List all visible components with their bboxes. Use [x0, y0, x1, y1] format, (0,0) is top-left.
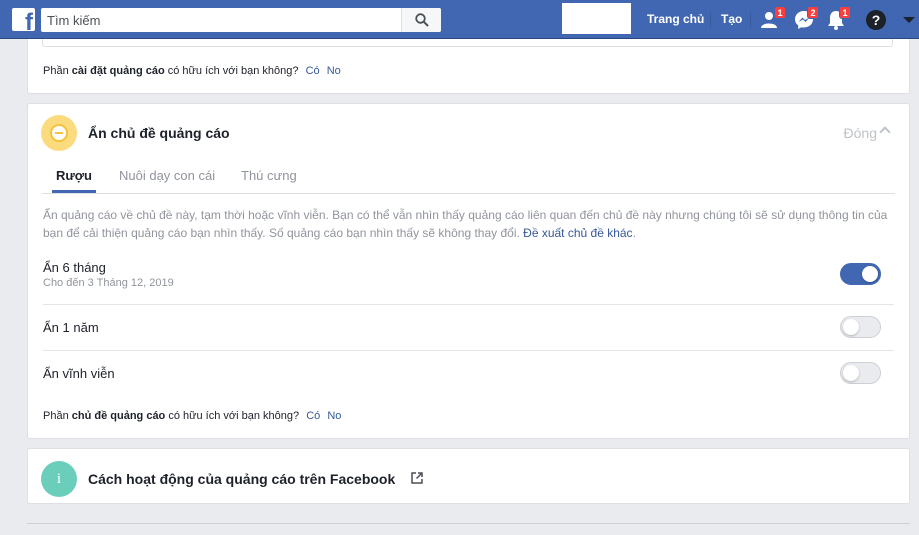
toggle-switch[interactable] [840, 362, 881, 384]
friend-requests-button[interactable]: 1 [760, 6, 786, 31]
option-sublabel: Cho đến 3 Tháng 12, 2019 [43, 277, 174, 289]
help-icon[interactable]: ? [866, 10, 886, 30]
close-link[interactable]: Đóng [844, 125, 877, 141]
option-hide-1-year[interactable]: Ẩn 1 năm [43, 305, 894, 351]
how-ads-work-card[interactable]: i Cách hoạt động của quảng cáo trên Face… [27, 448, 910, 504]
account-menu-caret-icon[interactable] [903, 17, 915, 23]
friend-requests-badge: 1 [774, 6, 786, 19]
feedback-bold: chủ đề quảng cáo [71, 410, 166, 422]
hide-topic-icon [41, 115, 77, 151]
tab-parenting[interactable]: Nuôi dạy con cái [119, 168, 215, 183]
facebook-logo-icon[interactable]: f [12, 8, 35, 31]
topic-tabs: Rượu Nuôi dạy con cái Thú cưng [42, 159, 895, 194]
feedback-no-link[interactable]: No [327, 410, 341, 422]
messages-badge: 2 [807, 6, 819, 19]
feedback-prefix: Phần [43, 410, 69, 422]
option-hide-6-months[interactable]: Ẩn 6 tháng Cho đến 3 Tháng 12, 2019 [43, 252, 894, 305]
chevron-up-icon[interactable] [879, 126, 891, 138]
option-label: Ẩn 1 năm [43, 320, 99, 335]
search-input[interactable] [41, 8, 401, 32]
hide-ad-topics-card: Ẩn chủ đề quảng cáo Đóng Rượu Nuôi dạy c… [27, 103, 910, 439]
notifications-button[interactable]: 1 [825, 6, 851, 31]
feedback-yes-link[interactable]: Có [306, 65, 320, 77]
feedback-prefix: Phần [43, 65, 69, 77]
top-navigation-bar: f Trang chủ Tạo 1 2 1 ? [0, 0, 919, 39]
profile-link[interactable] [562, 3, 631, 34]
feedback-yes-link[interactable]: Có [306, 410, 320, 422]
section-title: Ẩn chủ đề quảng cáo [88, 125, 230, 141]
feedback-bold: cài đặt quảng cáo [71, 65, 165, 77]
description-text: Ẩn quảng cáo về chủ đề này, tạm thời hoặ… [43, 208, 888, 240]
create-link[interactable]: Tạo [721, 12, 742, 26]
how-ads-work-link[interactable]: Cách hoạt động của quảng cáo trên Facebo… [88, 471, 395, 487]
nav-divider [710, 12, 711, 28]
nav-divider [750, 12, 751, 28]
ad-settings-card: Phần cài đặt quảng cáo có hữu ích với bạ… [27, 39, 910, 94]
tab-pets[interactable]: Thú cưng [241, 168, 297, 183]
option-hide-permanently[interactable]: Ẩn vĩnh viễn [43, 351, 894, 397]
suggest-topic-link[interactable]: Đề xuất chủ đề khác [523, 226, 632, 240]
notifications-badge: 1 [839, 6, 851, 19]
tab-alcohol[interactable]: Rượu [52, 168, 96, 193]
search-icon [415, 13, 429, 27]
info-icon: i [41, 461, 77, 497]
topic-description: Ẩn quảng cáo về chủ đề này, tạm thời hoặ… [43, 208, 888, 240]
messages-button[interactable]: 2 [793, 6, 819, 31]
feedback-prompt: Phần chủ đề quảng cáo có hữu ích với bạn… [43, 410, 341, 422]
external-link-icon [411, 472, 423, 484]
feedback-no-link[interactable]: No [327, 65, 341, 77]
toggle-switch[interactable] [840, 263, 881, 285]
footer-divider [27, 523, 910, 524]
feedback-prompt: Phần cài đặt quảng cáo có hữu ích với bạ… [43, 65, 341, 77]
search-button[interactable] [401, 8, 441, 32]
feedback-suffix: có hữu ích với bạn không? [167, 65, 299, 77]
toggle-switch[interactable] [840, 316, 881, 338]
collapsed-panel-edge [42, 39, 893, 47]
option-label: Ẩn 6 tháng [43, 260, 106, 275]
search-bar [41, 8, 441, 32]
home-link[interactable]: Trang chủ [647, 12, 704, 26]
feedback-suffix: có hữu ích với bạn không? [168, 410, 300, 422]
option-label: Ẩn vĩnh viễn [43, 366, 115, 381]
